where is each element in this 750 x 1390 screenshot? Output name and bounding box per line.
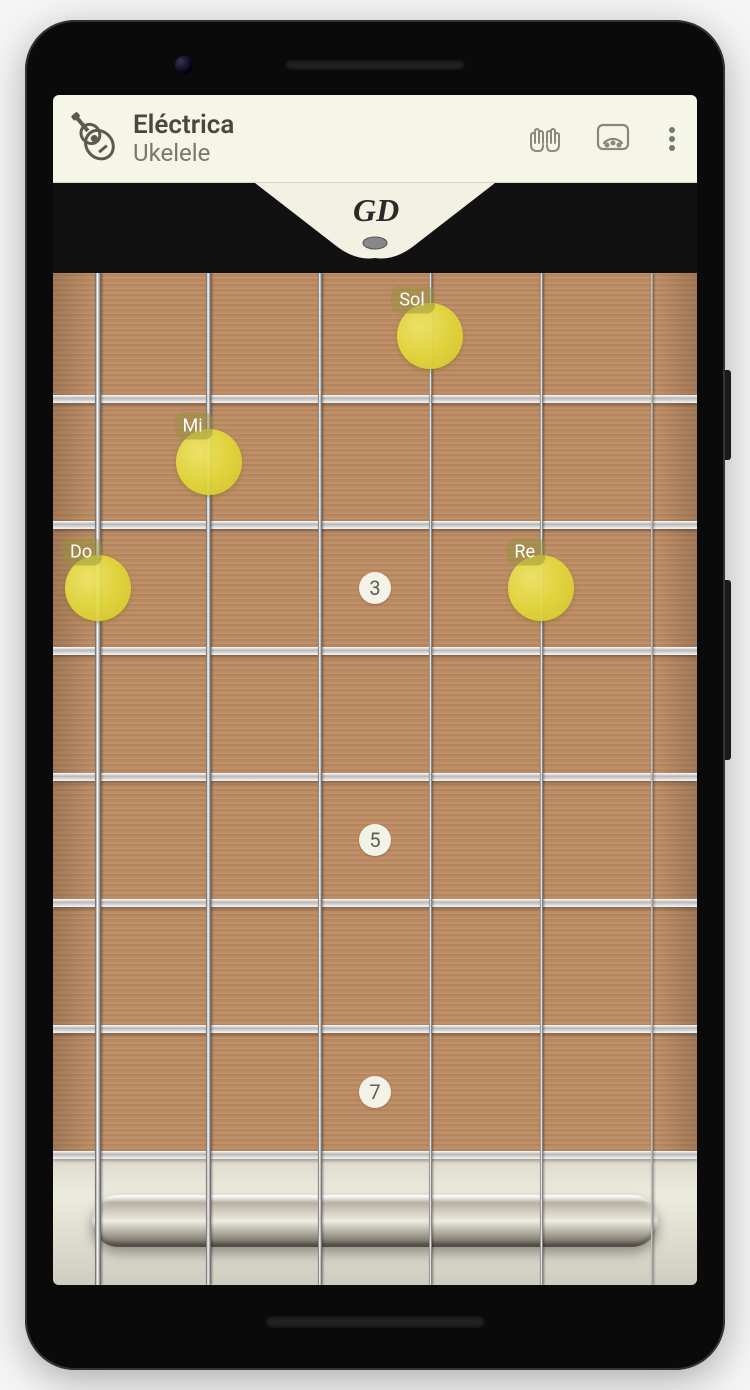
fret — [53, 1151, 697, 1159]
svg-text:GD: GD — [353, 192, 399, 228]
fret — [53, 647, 697, 655]
pickup-area[interactable] — [53, 1155, 697, 1285]
note-label: Re — [506, 539, 545, 566]
fret — [53, 521, 697, 529]
headstock: GD — [53, 183, 697, 273]
device-frame: Eléctrica Ukelele — [25, 20, 725, 1370]
overflow-menu-button[interactable] — [657, 115, 687, 163]
instrument-subtitle: Ukelele — [133, 140, 234, 166]
note-label: Do — [62, 539, 102, 566]
hands-icon — [525, 117, 565, 161]
more-vert-icon — [669, 124, 675, 154]
string[interactable] — [651, 273, 653, 1285]
front-camera — [175, 56, 193, 74]
fret — [53, 1025, 697, 1033]
fret-marker: 7 — [359, 1076, 391, 1108]
fret — [53, 395, 697, 403]
app-screen: Eléctrica Ukelele — [53, 95, 697, 1285]
instrument-title: Eléctrica — [133, 111, 234, 140]
speaker-bar — [265, 1316, 485, 1328]
fret-marker: 3 — [359, 572, 391, 604]
string[interactable] — [95, 273, 101, 1285]
instrument-selector[interactable]: Eléctrica Ukelele — [63, 107, 521, 171]
fret — [53, 899, 697, 907]
side-button — [725, 580, 731, 760]
note-label: Mi — [175, 413, 213, 440]
string[interactable] — [429, 273, 432, 1285]
string[interactable] — [540, 273, 543, 1285]
tuner-button[interactable] — [589, 115, 637, 163]
pickup-bar — [92, 1195, 659, 1247]
side-button — [725, 370, 731, 460]
chords-button[interactable] — [521, 115, 569, 163]
app-toolbar: Eléctrica Ukelele — [53, 95, 697, 183]
fretboard[interactable]: 3 5 7 Sol Mi Do Re — [53, 273, 697, 1285]
fret — [53, 773, 697, 781]
guitar-icon — [63, 107, 123, 171]
note-label: Sol — [391, 287, 434, 314]
fret-marker: 5 — [359, 824, 391, 856]
string[interactable] — [318, 273, 322, 1285]
headstock-logo-icon: GD — [235, 183, 515, 263]
tuner-icon — [593, 117, 633, 161]
